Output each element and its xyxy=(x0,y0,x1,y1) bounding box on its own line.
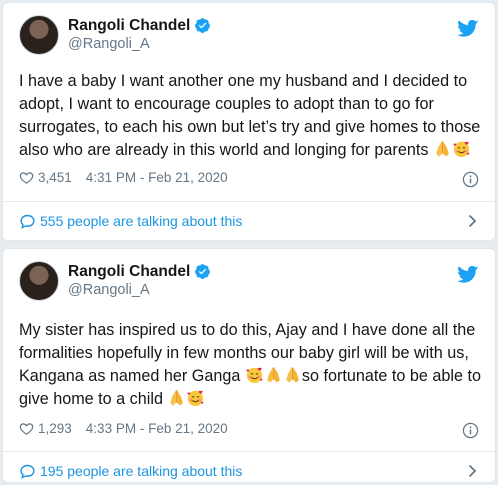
talking-about-link[interactable]: 555 people are talking about this xyxy=(3,202,495,240)
author-block[interactable]: Rangoli Chandel @Rangoli_A xyxy=(68,262,211,300)
timestamp[interactable]: 4:31 PM - Feb 21, 2020 xyxy=(86,170,228,185)
speech-bubble-icon xyxy=(19,463,36,480)
author-block[interactable]: Rangoli Chandel @Rangoli_A xyxy=(68,16,211,54)
author-handle[interactable]: @Rangoli_A xyxy=(68,281,211,300)
verified-badge-icon xyxy=(194,17,211,34)
chevron-right-icon xyxy=(468,464,477,478)
timestamp[interactable]: 4:33 PM - Feb 21, 2020 xyxy=(86,421,228,436)
tweet-meta: 3,451 4:31 PM - Feb 21, 2020 xyxy=(19,170,479,185)
info-icon[interactable] xyxy=(462,422,479,439)
talking-about-link[interactable]: 195 people are talking about this xyxy=(3,452,495,485)
twitter-bird-icon[interactable] xyxy=(458,19,479,37)
info-icon[interactable] xyxy=(462,171,479,188)
author-name[interactable]: Rangoli Chandel xyxy=(68,16,190,35)
tweet-card-1[interactable]: Rangoli Chandel @Rangoli_A I have a baby… xyxy=(2,2,496,241)
folded-hands-emoji xyxy=(264,366,283,384)
heart-icon[interactable] xyxy=(19,421,34,436)
talking-about-text: 195 people are talking about this xyxy=(40,463,243,479)
like-count[interactable]: 1,293 xyxy=(38,421,72,436)
author-handle[interactable]: @Rangoli_A xyxy=(68,35,211,54)
talking-about-text: 555 people are talking about this xyxy=(40,213,243,229)
tweet-text: My sister has inspired us to do this, Aj… xyxy=(19,319,481,411)
author-name[interactable]: Rangoli Chandel xyxy=(68,262,190,281)
tweet-text: I have a baby I want another one my husb… xyxy=(19,70,481,162)
smiling-hearts-emoji xyxy=(186,389,205,407)
tweet-header: Rangoli Chandel @Rangoli_A xyxy=(19,261,211,301)
tweet-meta: 1,293 4:33 PM - Feb 21, 2020 xyxy=(19,421,479,436)
smiling-hearts-emoji xyxy=(245,366,264,384)
folded-hands-emoji xyxy=(167,389,186,407)
smiling-hearts-emoji xyxy=(452,140,471,158)
chevron-right-icon xyxy=(468,214,477,228)
heart-icon[interactable] xyxy=(19,170,34,185)
folded-hands-emoji xyxy=(433,140,452,158)
folded-hands-emoji xyxy=(283,366,302,384)
avatar[interactable] xyxy=(19,15,59,55)
tweet-card-2[interactable]: Rangoli Chandel @Rangoli_A My sister has… xyxy=(2,248,496,483)
twitter-bird-icon[interactable] xyxy=(458,265,479,283)
tweet-body: I have a baby I want another one my husb… xyxy=(19,72,481,159)
tweet-header: Rangoli Chandel @Rangoli_A xyxy=(19,15,211,55)
verified-badge-icon xyxy=(194,263,211,280)
speech-bubble-icon xyxy=(19,213,36,230)
like-count[interactable]: 3,451 xyxy=(38,170,72,185)
avatar[interactable] xyxy=(19,261,59,301)
